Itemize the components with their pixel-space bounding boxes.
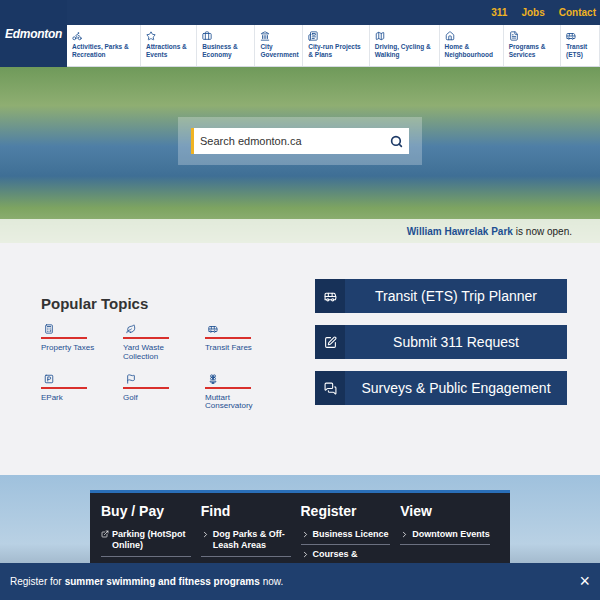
nav-item[interactable]: Home & Neighbourhood [440,25,504,66]
topic-icon [44,374,54,384]
nav-item[interactable]: City Government [255,25,303,66]
popular-topics: Popular Topics Property Taxes Yard Waste C… [41,279,287,475]
task-title: Find [201,503,291,519]
topic-grid: Property Taxes Yard Waste Collection Trans… [41,324,287,411]
nav-item[interactable]: Business & Economy [197,25,255,66]
task-column: View Downtown Events [400,503,500,566]
topic-icon [126,324,136,334]
utility-link[interactable]: Jobs [521,7,544,18]
task-link[interactable]: Dog Parks & Off-Leash Areas [201,529,291,557]
nav-icon [445,31,455,41]
nav-icon [260,31,270,41]
topic-icon [208,374,218,384]
nav-item[interactable]: Transit (ETS) [561,25,600,66]
chevron-icon [201,530,210,539]
search-field[interactable]: Search edmonton.ca [191,128,409,154]
popular-section: Popular Topics Property Taxes Yard Waste C… [0,243,600,475]
task-title: Register [301,503,391,519]
task-link[interactable]: Parking (HotSpot Online) [101,529,191,557]
nav-item[interactable]: Activities, Parks & Recreation [67,25,141,66]
quick-link-button[interactable]: Surveys & Public Engagement [315,371,567,405]
hero-caption: William Hawrelak Parkis now open. [0,219,600,243]
nav-icon [375,31,385,41]
nav-item[interactable]: City-run Projects & Plans [303,25,369,66]
edmonton-logo[interactable]: Edmonton [0,0,67,67]
section-title: Popular Topics [41,295,287,312]
nav-icon [202,31,212,41]
nav-icon [72,31,82,41]
search-frame: Search edmonton.ca [178,117,422,165]
task-column: RegisterBusiness LicenceCourses & [301,503,401,566]
quick-link-button[interactable]: Submit 311 Request [315,325,567,359]
external-link-icon [101,530,109,538]
chevron-icon [400,530,409,539]
chevron-icon [301,550,310,559]
nav-item[interactable]: Programs & Services [504,25,561,66]
search-icon[interactable] [390,135,403,148]
topic-link[interactable]: Property Taxes [41,324,113,362]
nav-icon [566,31,576,41]
quick-link-icon [324,382,337,395]
topic-link[interactable]: Yard Waste Collection [123,324,195,362]
topic-icon [44,324,54,334]
task-title: Buy / Pay [101,503,191,519]
task-link[interactable]: Downtown Events [400,529,490,545]
quick-link-icon [324,290,337,303]
chevron-icon [301,530,310,539]
topic-link[interactable]: Transit Fares [205,324,277,362]
hero-photo: Search edmonton.ca William Hawrelak Parki… [0,67,600,243]
topic-link[interactable]: EPark [41,374,113,412]
page: Edmonton 311 Jobs Contact Activities, Parks … [0,0,600,600]
main-nav: Activities, Parks & RecreationAttraction… [67,25,600,67]
task-link[interactable]: Business Licence [301,529,391,545]
topic-icon [126,374,136,384]
nav-icon [146,31,156,41]
quick-link-button[interactable]: Transit (ETS) Trip Planner [315,279,567,313]
nav-item[interactable]: Attractions & Events [141,25,197,66]
utility-link[interactable]: Contact [559,7,596,18]
task-column: Buy / Pay Parking (HotSpot Online) [101,503,201,566]
utility-link[interactable]: 311 [491,7,507,18]
header-main: 311 Jobs Contact Activities, Parks & Recrea… [67,0,600,67]
site-header: Edmonton 311 Jobs Contact Activities, Parks … [0,0,600,67]
utility-bar: 311 Jobs Contact [67,0,600,25]
topic-link[interactable]: Muttart Conservatory [205,374,277,412]
quick-links: Transit (ETS) Trip Planner Submit 311 Req… [315,279,567,475]
topic-icon [208,324,218,334]
notice-banner: Register forsummer swimming and fitness … [0,563,600,600]
close-button[interactable]: × [575,571,590,592]
task-column: Find Dog Parks & Off-Leash Areas [201,503,301,566]
nav-item[interactable]: Driving, Cycling & Walking [370,25,440,66]
quick-link-icon [324,336,337,349]
caption-link[interactable]: William Hawrelak Park [407,226,513,237]
nav-icon [509,31,519,41]
topic-link[interactable]: Golf [123,374,195,412]
task-title: View [400,503,490,519]
nav-icon [308,31,318,41]
